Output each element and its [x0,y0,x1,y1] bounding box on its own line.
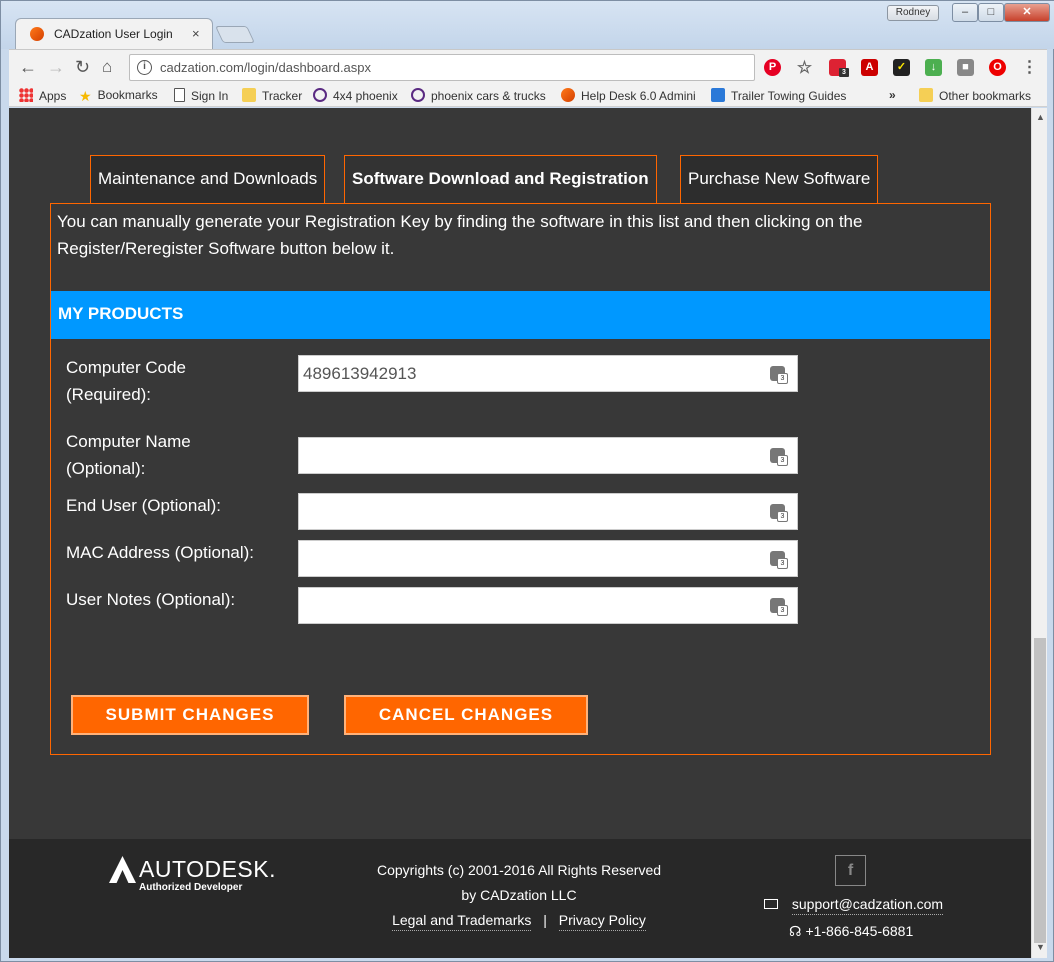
autodesk-sub: Authorized Developer [139,882,243,893]
computer-code-input[interactable]: 489613942913 [298,355,798,392]
autodesk-brand: AUTODESK. [139,856,276,882]
phone-number: +1-866-845-6881 [805,923,914,939]
star-bookmark-icon[interactable]: ☆ [796,59,813,76]
footer: AUTODESK. Authorized Developer Copyright… [9,839,1031,958]
phone-contact: ☊ +1-866-845-6881 [789,923,913,940]
footer-separator: | [543,912,547,928]
tab-close-icon[interactable]: × [192,26,200,41]
intro-text: You can manually generate your Registrat… [57,212,863,258]
bookmarks-bar: Apps ★ Bookmarks Sign In Tracker 4x4 phoe… [9,85,1047,107]
autodesk-mark-icon [109,856,136,883]
mac-address-input[interactable] [298,540,798,577]
minimize-button[interactable]: – [952,3,978,22]
cancel-changes-button[interactable]: CANCEL CHANGES [344,695,588,735]
info-icon[interactable]: i [137,60,152,75]
peace-icon [313,88,327,102]
opera-icon[interactable]: O [989,59,1006,76]
bookmark-help-desk[interactable]: Help Desk 6.0 Admini [561,88,696,103]
facebook-icon[interactable]: f [835,855,866,886]
bookmark-apps[interactable]: Apps [19,88,66,103]
registration-panel: You can manually generate your Registrat… [50,203,991,755]
reload-icon[interactable]: ↻ [75,57,90,78]
bookmark-other[interactable]: Other bookmarks [919,88,1031,103]
forward-icon[interactable]: → [47,57,65,78]
trailer-icon [711,88,725,102]
vertical-scrollbar[interactable]: ▲ ▼ [1031,108,1047,958]
page-viewport: Maintenance and Downloads Software Downl… [9,108,1031,958]
computer-code-value: 489613942913 [303,364,417,383]
lastpass-badge: 3 [839,68,849,77]
extension-icon[interactable]: ■ [957,59,974,76]
section-header: MY PRODUCTS [51,291,990,339]
download-icon[interactable]: ↓ [925,59,942,76]
legal-trademarks-link[interactable]: Legal and Trademarks [392,912,532,931]
url-text: cadzation.com/login/dashboard.aspx [160,60,372,75]
tab-software-registration[interactable]: Software Download and Registration [344,155,657,203]
bookmark-bookmarks[interactable]: ★ Bookmarks [79,88,158,104]
computer-name-label: Computer Name (Optional): [66,432,191,478]
close-window-button[interactable]: ✕ [1004,3,1050,22]
tab-strip: CADzation User Login × Rodney – □ ✕ [1,1,1054,50]
autodesk-logo: AUTODESK. Authorized Developer [109,856,276,893]
star-icon: ★ [79,88,92,104]
browser-tab[interactable]: CADzation User Login × [15,18,213,50]
password-manager-icon[interactable] [770,551,788,569]
back-icon[interactable]: ← [19,57,37,78]
mac-address-label: MAC Address (Optional): [66,543,255,562]
user-notes-label: User Notes (Optional): [66,590,236,609]
copyright-block: Copyrights (c) 2001-2016 All Rights Rese… [359,858,679,933]
bookmark-4x4-phoenix[interactable]: 4x4 phoenix [313,88,398,103]
computer-code-label: Computer Code (Required): [66,358,187,404]
more-bookmarks-button[interactable]: » [889,88,896,102]
bookmark-phoenix-cars[interactable]: phoenix cars & trucks [411,88,546,103]
tab-maintenance-downloads[interactable]: Maintenance and Downloads [90,155,326,203]
copyright-line1: Copyrights (c) 2001-2016 All Rights Rese… [376,862,662,878]
browser-toolbar: ← → ↻ ⌂ i cadzation.com/login/dashboard.… [9,49,1047,85]
scroll-down-icon[interactable]: ▼ [1036,942,1045,952]
password-manager-icon[interactable] [770,448,788,466]
page-icon [174,88,185,102]
headset-icon: ☊ [789,923,802,939]
copyright-line2: by CADzation LLC [461,887,577,903]
peace-icon [411,88,425,102]
folder-icon [919,88,933,102]
cadzation-icon [561,88,575,102]
lastpass-icon[interactable]: 3 [829,59,849,77]
scrollbar-thumb[interactable] [1034,638,1046,943]
end-user-label: End User (Optional): [66,496,221,515]
folder-icon [242,88,256,102]
pdf-icon[interactable]: A [861,59,878,76]
password-manager-icon[interactable] [770,598,788,616]
mail-icon [764,899,778,909]
home-icon[interactable]: ⌂ [102,57,112,77]
new-tab-button[interactable] [215,26,255,43]
bookmark-trailer-towing[interactable]: Trailer Towing Guides [711,88,846,103]
profile-button[interactable]: Rodney [887,5,939,21]
support-email-link[interactable]: support@cadzation.com [791,896,944,915]
password-manager-icon[interactable] [770,504,788,522]
cadzation-favicon-icon [30,27,44,41]
menu-icon[interactable]: ⋮ [1021,59,1038,76]
bookmark-sign-in[interactable]: Sign In [174,88,228,103]
browser-window: CADzation User Login × Rodney – □ ✕ ← → … [0,0,1054,962]
checker-icon[interactable]: ✓ [893,59,910,76]
tab-purchase-software[interactable]: Purchase New Software [680,155,879,203]
pinterest-icon[interactable]: P [764,59,781,76]
user-notes-input[interactable] [298,587,798,624]
address-bar[interactable]: i cadzation.com/login/dashboard.aspx [129,54,755,81]
scroll-up-icon[interactable]: ▲ [1036,112,1045,122]
end-user-input[interactable] [298,493,798,530]
apps-icon [19,88,33,102]
bookmark-tracker[interactable]: Tracker [242,88,302,103]
computer-name-input[interactable] [298,437,798,474]
privacy-policy-link[interactable]: Privacy Policy [558,912,646,931]
tab-title: CADzation User Login [54,27,173,41]
email-contact: support@cadzation.com [764,896,944,915]
maximize-button[interactable]: □ [978,3,1004,22]
password-manager-icon[interactable] [770,366,788,384]
submit-changes-button[interactable]: SUBMIT CHANGES [71,695,309,735]
